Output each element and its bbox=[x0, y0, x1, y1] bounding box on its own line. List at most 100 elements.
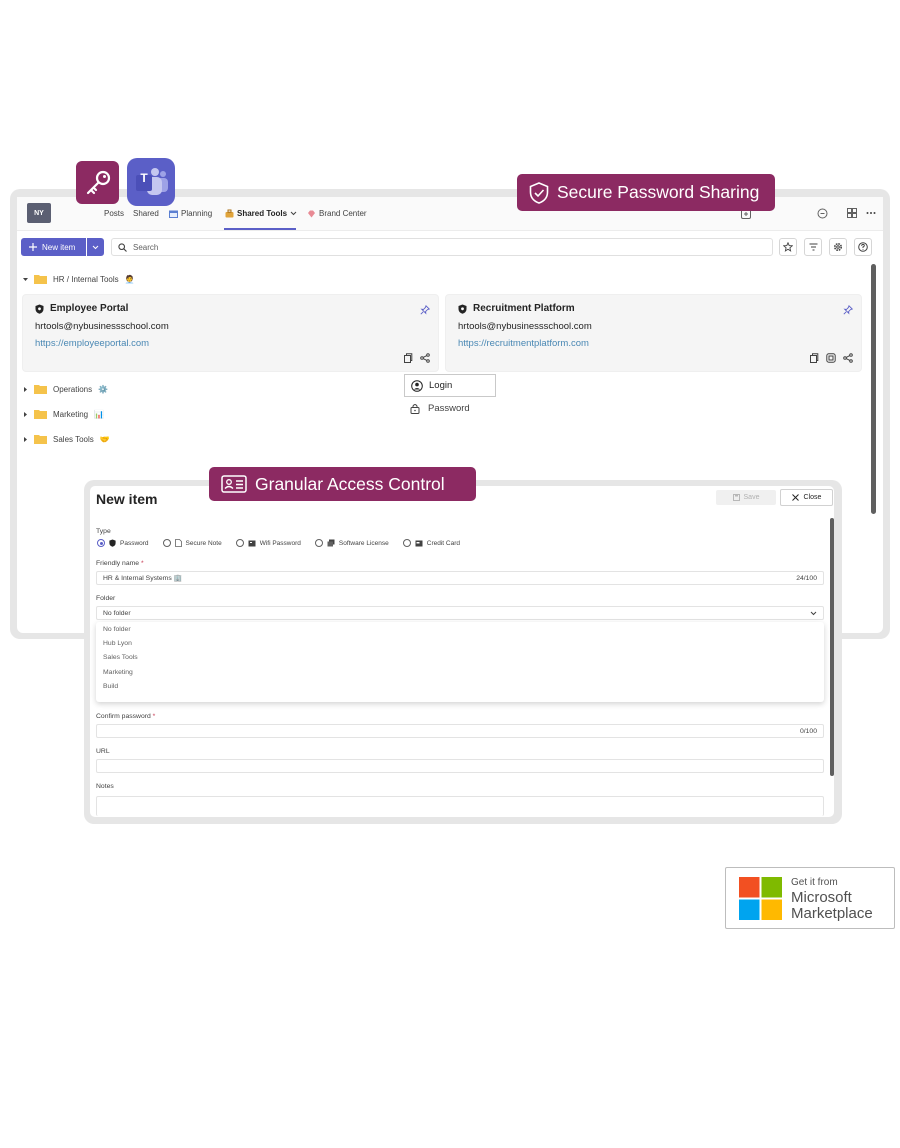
save-button[interactable]: Save bbox=[716, 490, 776, 505]
more-options-icon[interactable] bbox=[866, 211, 876, 215]
avatar[interactable]: NY bbox=[27, 203, 51, 223]
document-icon bbox=[174, 539, 182, 547]
dropdown-option[interactable]: Build bbox=[96, 680, 824, 694]
close-button[interactable]: Close bbox=[780, 489, 833, 506]
keeper-app-icon[interactable] bbox=[76, 161, 119, 204]
apps-grid-icon[interactable] bbox=[847, 208, 857, 218]
menu-item-login[interactable]: Login bbox=[404, 374, 496, 397]
type-option-password[interactable]: Password bbox=[97, 539, 149, 547]
type-option-software-license[interactable]: Software License bbox=[314, 539, 389, 547]
folder-sales-tools[interactable]: Sales Tools 🤝 bbox=[23, 434, 110, 444]
type-option-credit-card[interactable]: Credit Card bbox=[402, 539, 460, 547]
note-icon[interactable] bbox=[826, 353, 836, 363]
type-label: Type bbox=[96, 528, 111, 535]
search-input[interactable]: Search bbox=[111, 238, 773, 256]
menu-item-label: Password bbox=[428, 403, 470, 414]
confirm-password-input[interactable]: 0/100 bbox=[96, 724, 824, 738]
new-item-dropdown[interactable] bbox=[87, 238, 104, 256]
pin-icon[interactable] bbox=[420, 305, 430, 315]
folder-select[interactable]: No folder bbox=[96, 606, 824, 620]
tab-shared[interactable]: Shared bbox=[133, 209, 159, 218]
chevron-down-icon bbox=[290, 211, 297, 216]
card-username: hrtools@nybusinessschool.com bbox=[35, 321, 169, 332]
shield-icon bbox=[109, 539, 116, 547]
type-option-wifi-password[interactable]: Wifi Password bbox=[235, 539, 301, 547]
badge-line3: Marketplace bbox=[791, 905, 873, 922]
marketplace-badge[interactable]: Get it from Microsoft Marketplace bbox=[725, 867, 895, 929]
folder-emoji: 📊 bbox=[94, 409, 105, 419]
settings-button[interactable] bbox=[829, 238, 847, 256]
card-url-link[interactable]: https://employeeportal.com bbox=[35, 338, 149, 349]
scrollbar[interactable] bbox=[871, 264, 876, 514]
tab-label: Planning bbox=[181, 209, 213, 218]
tab-shared-tools[interactable]: Shared Tools bbox=[225, 209, 297, 218]
tab-label: Shared Tools bbox=[237, 209, 288, 218]
radio-selected[interactable] bbox=[97, 539, 105, 547]
search-icon bbox=[118, 242, 127, 252]
type-option-secure-note[interactable]: Secure Note bbox=[162, 539, 222, 547]
microsoft-logo-icon bbox=[739, 877, 782, 920]
help-button[interactable] bbox=[854, 238, 872, 256]
copy-icon[interactable] bbox=[809, 353, 819, 363]
folder-icon bbox=[34, 275, 47, 284]
new-item-label: New item bbox=[42, 242, 76, 252]
radio[interactable] bbox=[235, 539, 244, 547]
radio[interactable] bbox=[162, 539, 171, 547]
star-icon bbox=[783, 242, 793, 252]
dropdown-option[interactable]: Sales Tools bbox=[96, 651, 824, 665]
folder-label: Folder bbox=[96, 595, 116, 602]
card-url-link[interactable]: https://recruitmentplatform.com bbox=[458, 338, 589, 349]
dropdown-option[interactable]: Marketing bbox=[96, 665, 824, 679]
folder-operations[interactable]: Operations ⚙️ bbox=[23, 384, 108, 394]
tab-brand-center[interactable]: Brand Center bbox=[307, 209, 367, 218]
search-placeholder: Search bbox=[133, 242, 159, 252]
folder-icon bbox=[34, 385, 47, 394]
menu-item-password[interactable]: Password bbox=[410, 403, 470, 414]
notes-label: Notes bbox=[96, 783, 114, 790]
friendly-name-input[interactable]: HR & Internal Systems 🏢 24/100 bbox=[96, 571, 824, 585]
folder-dropdown-list: No folder Hub Lyon Sales Tools Marketing… bbox=[96, 622, 824, 702]
url-input[interactable] bbox=[96, 759, 824, 773]
copy-icon[interactable] bbox=[403, 353, 413, 363]
teams-letter: T bbox=[140, 171, 148, 185]
teams-app-icon[interactable]: T bbox=[127, 158, 175, 206]
tab-planning[interactable]: Planning bbox=[169, 209, 212, 218]
filter-button[interactable] bbox=[804, 238, 822, 256]
card-title-text: Recruitment Platform bbox=[473, 303, 575, 314]
save-icon bbox=[732, 494, 740, 501]
new-item-button[interactable]: New item bbox=[21, 238, 86, 256]
notes-textarea[interactable] bbox=[96, 796, 824, 816]
tab-posts[interactable]: Posts bbox=[104, 209, 124, 218]
folder-hr-internal-tools[interactable]: HR / Internal Tools 🧑‍💼 bbox=[23, 274, 135, 284]
type-option-label: Secure Note bbox=[185, 539, 222, 547]
pin-icon[interactable] bbox=[843, 305, 853, 315]
radio[interactable] bbox=[314, 539, 323, 547]
dropdown-option[interactable]: No folder bbox=[96, 622, 824, 636]
folder-icon bbox=[34, 435, 47, 444]
shield-icon bbox=[35, 304, 44, 314]
toolbox-icon bbox=[225, 209, 234, 218]
chat-icon[interactable] bbox=[817, 208, 828, 219]
dialog-scrollbar[interactable] bbox=[830, 518, 834, 776]
credential-card[interactable]: Recruitment Platform hrtools@nybusinesss… bbox=[445, 294, 862, 372]
caret-right-icon bbox=[24, 436, 27, 442]
secure-sharing-banner: Secure Password Sharing bbox=[517, 174, 775, 211]
favorites-button[interactable] bbox=[779, 238, 797, 256]
software-icon bbox=[327, 539, 335, 547]
share-icon[interactable] bbox=[843, 353, 853, 363]
share-icon[interactable] bbox=[420, 353, 430, 363]
folder-marketing[interactable]: Marketing 📊 bbox=[23, 409, 104, 419]
dropdown-option[interactable]: Hub Lyon bbox=[96, 636, 824, 650]
key-icon bbox=[86, 170, 110, 194]
char-counter: 0/100 bbox=[799, 727, 817, 735]
type-option-label: Wifi Password bbox=[259, 539, 301, 547]
radio[interactable] bbox=[402, 539, 411, 547]
caret-down-icon bbox=[23, 277, 28, 281]
credential-card[interactable]: Employee Portal hrtools@nybusinessschool… bbox=[22, 294, 439, 372]
folder-label: HR / Internal Tools bbox=[53, 274, 119, 284]
granular-access-banner: Granular Access Control bbox=[209, 467, 476, 501]
badge-line2: Microsoft bbox=[791, 889, 852, 906]
folder-label: Sales Tools bbox=[53, 434, 94, 444]
type-option-label: Password bbox=[120, 539, 149, 547]
folder-select-value: No folder bbox=[103, 609, 131, 617]
